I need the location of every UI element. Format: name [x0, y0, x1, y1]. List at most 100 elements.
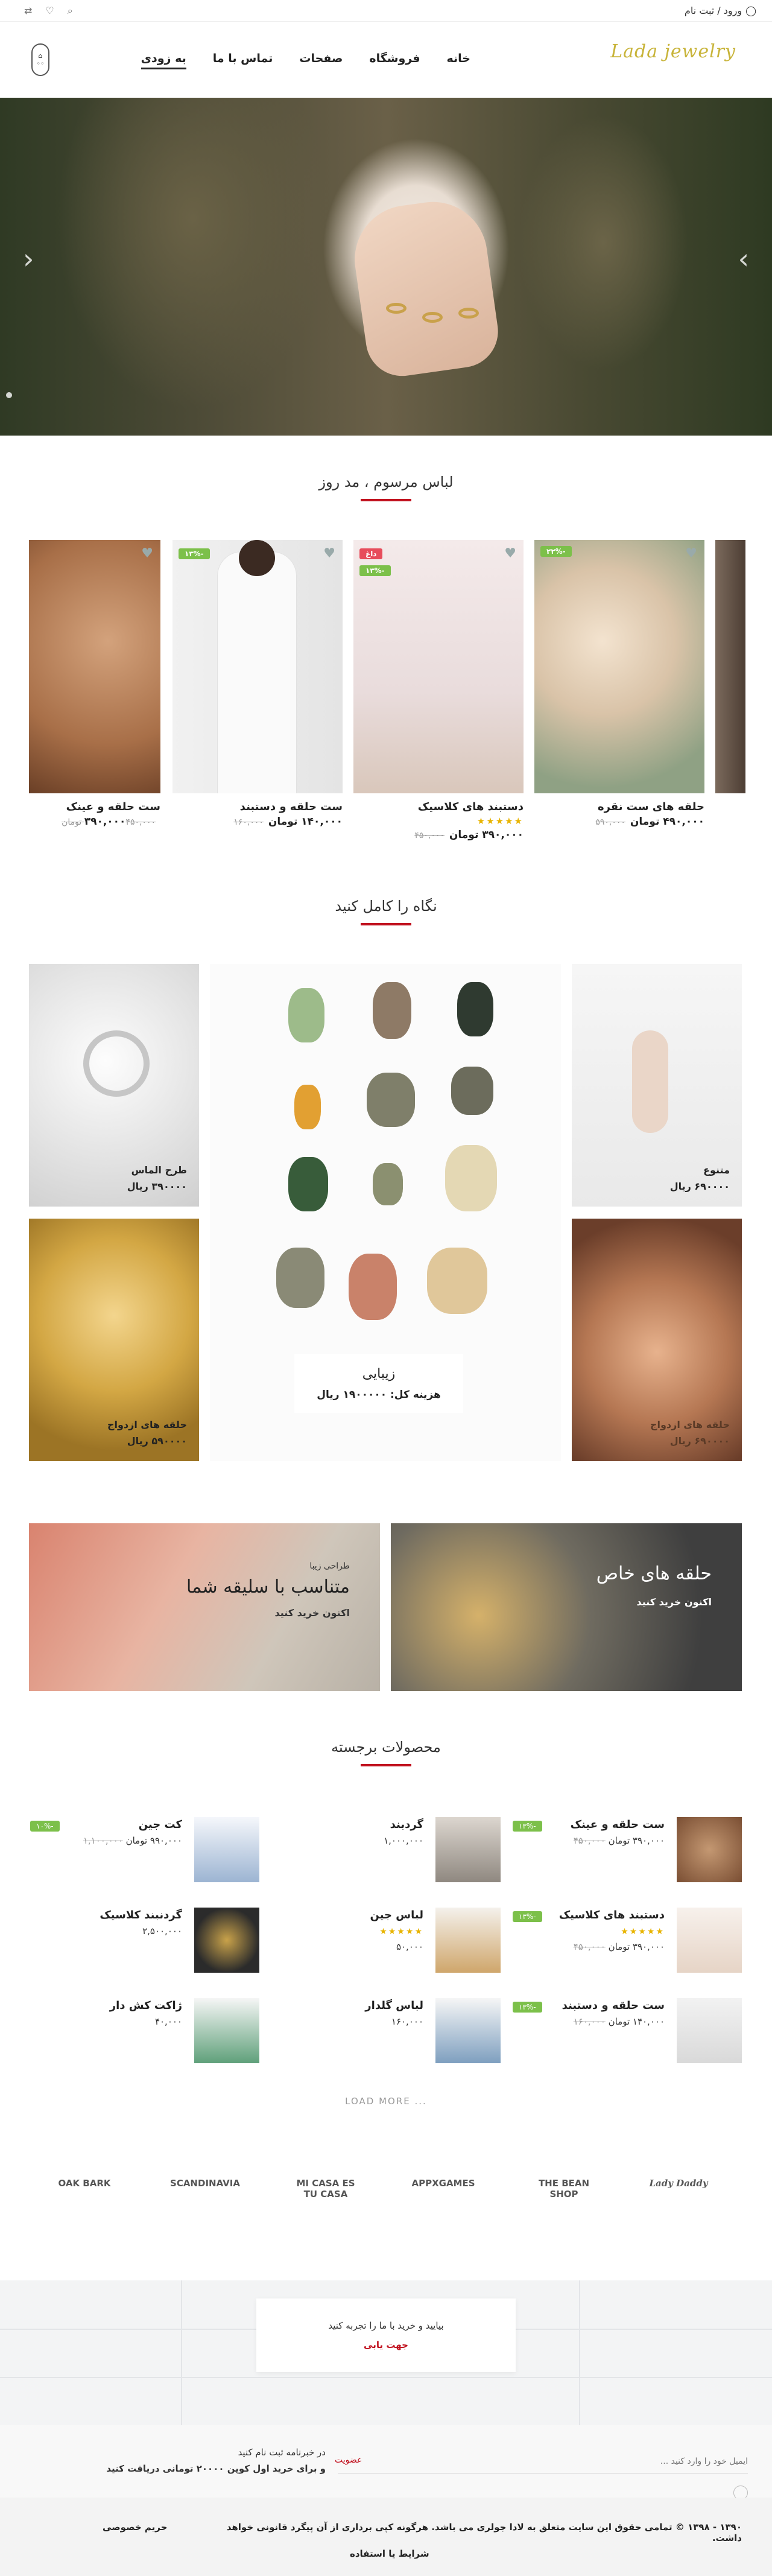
product-card[interactable]: ♥ داغ -۱۳% دستبند های کلاسیک ★★★★★ ۳۹۰,۰… — [353, 540, 524, 841]
featured-item[interactable]: کت جین ۹۹۰,۰۰۰ تومان ۱,۱۰۰,۰۰۰ -۱۰% — [30, 1817, 259, 1882]
rating-stars: ★★★★★ — [379, 1927, 423, 1937]
nav-item-coming-soon[interactable]: به زودی — [141, 52, 186, 69]
subscribe-button[interactable]: عضویت — [335, 2455, 362, 2465]
nav-item-contact[interactable]: تماس با ما — [213, 52, 273, 69]
compare-icon[interactable]: ⇄ — [24, 5, 32, 17]
hero-ring — [422, 312, 443, 323]
look-title: نگاه را کامل کنید — [0, 898, 772, 925]
brand-logo[interactable]: MI CASA ES TU CASA — [293, 2178, 359, 2200]
featured-item[interactable]: ژاکت کش دار ۴۰,۰۰۰ — [30, 1998, 259, 2063]
featured-price: ۳۹۰,۰۰۰ تومان — [608, 1835, 665, 1846]
brand-logo[interactable]: APPXGAMES — [401, 2178, 486, 2189]
banner-fit-taste[interactable]: طراحی زیبا متناسب با سلیقه شما اکنون خرید … — [29, 1523, 380, 1691]
featured-name[interactable]: گردبند — [390, 1818, 423, 1831]
brand-logo[interactable]: SCANDINAVIA — [169, 2178, 241, 2189]
wishlist-icon[interactable]: ♥ — [504, 546, 516, 561]
newsletter-subtitle: و برای خرید اول کوپن ۲۰۰۰۰ تومانی دریافت… — [106, 2463, 326, 2474]
hand-shape — [632, 1030, 668, 1133]
wishlist-icon[interactable]: ♥ — [323, 546, 335, 561]
hero-hand — [347, 195, 503, 381]
featured-price: ۱۴۰,۰۰۰ تومان — [608, 2016, 665, 2027]
terms-link[interactable]: شرایط یا استفاده — [350, 2548, 429, 2559]
discount-badge: -۲۲% — [540, 546, 572, 557]
featured-name[interactable]: کت جین — [139, 1818, 182, 1831]
featured-item[interactable]: لباس گلدار ۱۶۰,۰۰۰ — [271, 1998, 501, 2063]
banner-heading: حلقه های خاص — [596, 1563, 712, 1584]
site-logo[interactable]: Lada jewelry — [610, 41, 736, 62]
product-image: ♥ — [29, 540, 160, 793]
login-label: ورود / ثبت نام — [684, 5, 742, 16]
product-price: ۴۹۰,۰۰۰ تومان — [630, 816, 704, 828]
featured-name[interactable]: ست حلقه و عینک — [571, 1818, 665, 1831]
gallery-title: حلقه های ازدواج — [107, 1418, 187, 1430]
featured-item[interactable]: گردبند ۱,۰۰۰,۰۰۰ — [271, 1817, 501, 1882]
gem-shape — [276, 1248, 324, 1308]
search-icon[interactable]: ⌕ — [68, 5, 73, 17]
slider-dot[interactable] — [6, 392, 12, 398]
product-name[interactable]: دستبند های کلاسیک — [353, 801, 524, 813]
newsletter: در خبرنامه ثبت نام کنید و برای خرید اول … — [0, 2425, 772, 2500]
product-card[interactable]: ♥ -۱۳% ست حلقه و دستبند ۱۴۰,۰۰۰ تومان ۱۶۰… — [172, 540, 343, 828]
ring-shape — [83, 1030, 150, 1097]
map-card: بیایید و خرید با ما را تجربه کنید جهت یا… — [256, 2298, 516, 2372]
user-icon: ◯ — [745, 5, 756, 16]
directions-link[interactable]: جهت یابی — [256, 2340, 516, 2350]
gallery-title: طرح الماس — [131, 1164, 187, 1176]
wishlist-icon[interactable]: ♥ — [141, 546, 153, 561]
product-name[interactable]: ست حلقه و دستبند — [172, 801, 343, 813]
nav-item-shop[interactable]: فروشگاه — [369, 52, 420, 69]
featured-name[interactable]: ژاکت کش دار — [110, 1999, 182, 2012]
nav-item-pages[interactable]: صفحات — [299, 52, 343, 69]
privacy-link[interactable]: حریم خصوصی — [103, 2522, 167, 2533]
gallery-wedding[interactable]: حلقه های ازدواج ۵۹۰۰۰۰ ریال — [29, 1219, 199, 1461]
product-price: ۳۹۰,۰۰۰ — [84, 816, 126, 828]
featured-name[interactable]: دستبند های کلاسیک — [559, 1909, 665, 1921]
cart-count: ◦◦ — [36, 60, 45, 68]
gallery-center[interactable]: زیبایی هزینه کل: ۱۹۰۰۰۰۰ ریال — [210, 964, 561, 1461]
featured-name[interactable]: گردنبند کلاسیک — [100, 1909, 182, 1921]
nav-item-home[interactable]: خانه — [447, 52, 470, 69]
slider-next-icon[interactable]: › — [738, 243, 749, 275]
login-link[interactable]: ◯ورود / ثبت نام — [685, 5, 760, 16]
featured-thumb — [677, 1908, 742, 1973]
cart-button[interactable]: ⌂ ◦◦ — [31, 43, 49, 76]
gallery-diamond[interactable]: طرح الماس ۳۹۰۰۰۰ ریال — [29, 964, 199, 1207]
email-input[interactable] — [338, 2449, 748, 2473]
featured-name[interactable]: لباس گلدار — [365, 1999, 423, 2012]
product-card[interactable]: ♥ -۲۲% حلقه های ست نقره ۴۹۰,۰۰۰ تومان ۵۹۰… — [534, 540, 704, 828]
map-road — [181, 2280, 182, 2425]
gem-shape — [367, 1073, 415, 1127]
featured-thumb — [435, 1908, 501, 1973]
product-old-price: ۱۶۰,۰۰۰ — [233, 817, 264, 827]
gallery-hand-ring[interactable]: حلقه های ازدواج ۶۹۰۰۰۰ ریال — [572, 1219, 742, 1461]
load-more-button[interactable]: ... LOAD MORE — [0, 2096, 772, 2107]
wishlist-icon[interactable]: ♥ — [685, 546, 697, 561]
map-text: بیایید و خرید با ما را تجربه کنید — [328, 2320, 444, 2331]
featured-name[interactable]: ست حلقه و دستبند — [562, 1999, 665, 2012]
gallery-variety[interactable]: متنوع ۶۹۰۰۰۰ ریال — [572, 964, 742, 1207]
banner-cta[interactable]: اکنون خرید کنید — [596, 1594, 712, 1610]
slider-prev-icon[interactable]: ‹ — [23, 243, 34, 275]
featured-item[interactable]: ست حلقه و عینک ۳۹۰,۰۰۰ تومان ۴۵۰,۰۰۰ -۱۳… — [513, 1817, 742, 1882]
featured-name[interactable]: لباس جین — [370, 1909, 424, 1921]
gem-shape — [288, 1157, 328, 1211]
product-name[interactable]: حلقه های ست نقره — [534, 801, 704, 813]
brand-logo[interactable]: Lady Daddy — [639, 2178, 718, 2189]
featured-thumb — [194, 1998, 259, 2063]
banner-cta[interactable]: اکنون خرید کنید — [186, 1605, 350, 1621]
featured-old-price: ۱,۱۰۰,۰۰۰ — [83, 1835, 123, 1846]
brand-logo[interactable]: THE BEAN SHOP — [531, 2178, 597, 2200]
featured-price: ۴۰,۰۰۰ — [154, 2016, 182, 2027]
featured-item[interactable]: لباس جین ★★★★★ ۵۰,۰۰۰ — [271, 1908, 501, 1973]
featured-item[interactable]: گردنبند کلاسیک ۲,۵۰۰,۰۰۰ — [30, 1908, 259, 1973]
product-name[interactable]: ست حلقه و عینک — [29, 801, 160, 813]
gem-shape — [445, 1145, 497, 1211]
gallery-price: هزینه کل: ۱۹۰۰۰۰۰ ریال — [317, 1389, 441, 1401]
wishlist-icon[interactable]: ♡ — [45, 5, 54, 17]
hero-slider[interactable]: ‹ › — [0, 98, 772, 436]
brand-logo[interactable]: OAK BARK — [48, 2178, 121, 2189]
banner-special-rings[interactable]: حلقه های خاص اکنون خرید کنید — [391, 1523, 742, 1691]
product-card[interactable]: ♥ ست حلقه و عینک ۳۹۰,۰۰۰۴۵۰,۰۰۰ تومان — [29, 540, 160, 828]
featured-item[interactable]: دستبند های کلاسیک ★★★★★ ۳۹۰,۰۰۰ تومان ۴۵… — [513, 1908, 742, 1973]
featured-item[interactable]: ست حلقه و دستبند ۱۴۰,۰۰۰ تومان ۱۶۰,۰۰۰ -… — [513, 1998, 742, 2063]
